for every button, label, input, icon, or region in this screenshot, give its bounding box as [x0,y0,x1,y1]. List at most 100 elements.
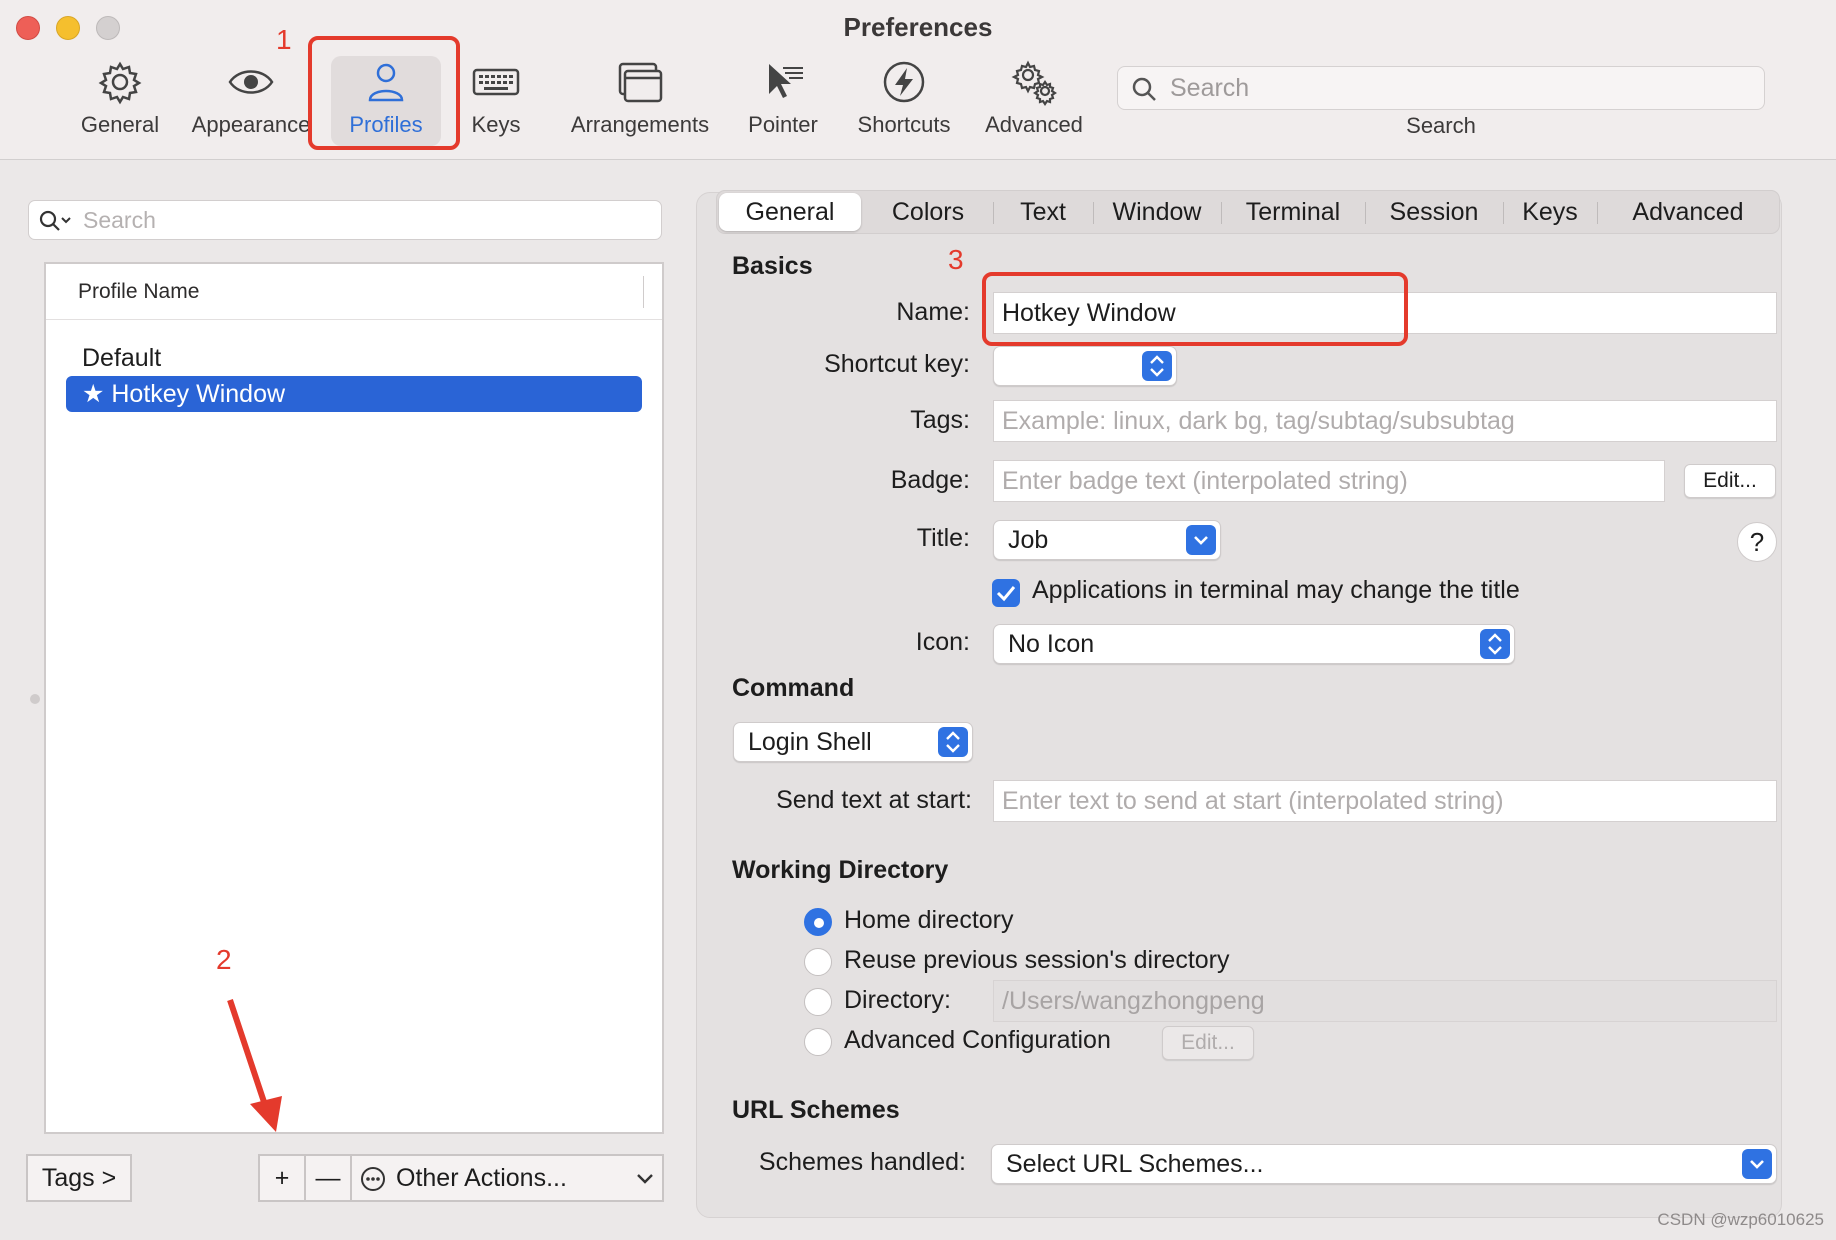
ellipsis-circle-icon [361,1167,385,1191]
tab-terminal[interactable]: Terminal [1223,191,1363,233]
profile-name: Default [82,344,162,372]
url-schemes-heading: URL Schemes [732,1096,900,1124]
profile-list-header[interactable]: Profile Name [46,264,662,320]
watermark: CSDN @wzp6010625 [1657,1210,1824,1229]
annotation-arrow-icon [227,999,282,1132]
apps-change-title-checkbox[interactable] [992,579,1020,607]
tab-separator [1093,202,1094,224]
search-placeholder: Search [83,207,156,233]
profile-list: Profile Name Default ★ Hotkey Window [44,262,664,1134]
toolbar-advanced[interactable]: Advanced [978,58,1090,138]
profile-search-field[interactable]: Search [28,200,662,240]
shortcut-key-popup[interactable] [993,346,1177,386]
directory-label[interactable]: Directory: [844,986,951,1015]
tab-separator [1221,202,1222,224]
other-actions-menu[interactable]: Other Actions... [350,1154,664,1202]
windows-icon [618,62,663,103]
tags-toggle-button[interactable]: Tags > [26,1154,132,1202]
preferences-window: Preferences General Appearance Profiles … [0,0,1836,1240]
title-popup[interactable]: Job [993,520,1221,560]
tags-field[interactable]: Example: linux, dark bg, tag/subtag/subs… [993,400,1777,442]
add-profile-button[interactable]: + [258,1154,306,1202]
profile-tabs: General Colors Text Window Terminal Sess… [716,190,1780,234]
help-button[interactable]: ? [1737,522,1777,562]
column-header-profile-name: Profile Name [78,280,200,303]
tab-keys[interactable]: Keys [1505,191,1595,233]
column-separator [643,276,644,308]
stepper-icon [1142,351,1172,381]
toolbar-keys[interactable]: Keys [460,58,532,138]
profile-name: ★ Hotkey Window [82,380,286,408]
toolbar-general[interactable]: General [70,58,170,138]
advanced-config-label[interactable]: Advanced Configuration [844,1026,1111,1055]
toolbar-shortcuts[interactable]: Shortcuts [848,58,960,138]
split-view-handle[interactable] [30,694,40,704]
toolbar-label: General [80,112,160,137]
home-directory-radio[interactable] [804,908,832,936]
tab-text[interactable]: Text [995,191,1091,233]
send-text-label: Send text at start: [776,786,972,814]
profile-row-default[interactable]: Default [66,340,642,376]
checkmark-icon [996,586,1016,602]
annotation-number-2: 2 [216,944,232,975]
apps-change-title-label[interactable]: Applications in terminal may change the … [1032,576,1520,605]
annotation-box-profiles [308,36,460,150]
search-icon [39,210,71,231]
gear-icon [98,61,142,105]
chevron-down-icon [637,1174,653,1184]
profile-row-hotkey-window[interactable]: ★ Hotkey Window [66,376,642,412]
icon-popup[interactable]: No Icon [993,624,1515,664]
reuse-directory-label[interactable]: Reuse previous session's directory [844,946,1230,975]
toolbar-label: Shortcuts [857,112,951,137]
name-label: Name: [896,298,970,326]
command-heading: Command [732,674,855,702]
advanced-config-radio[interactable] [804,1028,832,1056]
search-icon [1132,77,1156,101]
search-placeholder: Search [1170,74,1250,102]
advanced-config-edit-button[interactable]: Edit... [1162,1026,1254,1060]
badge-edit-button[interactable]: Edit... [1684,464,1776,498]
shortcut-key-label: Shortcut key: [824,350,970,378]
toolbar-label: Arrangements [570,112,710,137]
eye-icon [228,70,274,94]
url-schemes-value: Select URL Schemes... [1006,1150,1264,1178]
toolbar-search-field[interactable]: Search [1117,66,1765,110]
bolt-icon [883,61,925,103]
url-schemes-popup[interactable]: Select URL Schemes... [991,1144,1777,1184]
toolbar-appearance[interactable]: Appearance [186,58,316,138]
basics-heading: Basics [732,252,813,280]
icon-value: No Icon [1008,630,1095,658]
tab-separator [1503,202,1504,224]
annotation-number-3: 3 [948,244,964,275]
annotation-number-1: 1 [276,24,292,55]
remove-profile-button[interactable]: — [304,1154,352,1202]
tab-session[interactable]: Session [1367,191,1501,233]
send-text-field[interactable]: Enter text to send at start (interpolate… [993,780,1777,822]
directory-radio[interactable] [804,988,832,1016]
badge-label: Badge: [890,466,970,494]
toolbar-label: Appearance [191,112,311,137]
toolbar-label: Advanced [985,112,1083,137]
toolbar-arrangements[interactable]: Arrangements [560,58,720,138]
tab-separator [1365,202,1366,224]
working-directory-heading: Working Directory [732,856,949,884]
gears-icon [1011,60,1057,106]
directory-path-field[interactable]: /Users/wangzhongpeng [993,980,1777,1022]
command-type-popup[interactable]: Login Shell [733,722,973,762]
toolbar-pointer[interactable]: Pointer [740,58,826,138]
keyboard-icon [472,68,520,96]
reuse-directory-radio[interactable] [804,948,832,976]
tab-general[interactable]: General [719,193,861,231]
annotation-box-name [982,272,1408,346]
home-directory-label[interactable]: Home directory [844,906,1014,935]
tab-colors[interactable]: Colors [865,191,991,233]
tab-separator [993,202,994,224]
icon-label: Icon: [915,628,970,656]
tab-advanced[interactable]: Advanced [1599,191,1777,233]
stepper-icon [938,727,968,757]
badge-field[interactable]: Enter badge text (interpolated string) [993,460,1665,502]
chevron-down-icon [1742,1149,1772,1179]
chevron-down-icon [1186,525,1216,555]
tab-separator [1597,202,1598,224]
tab-window[interactable]: Window [1095,191,1219,233]
